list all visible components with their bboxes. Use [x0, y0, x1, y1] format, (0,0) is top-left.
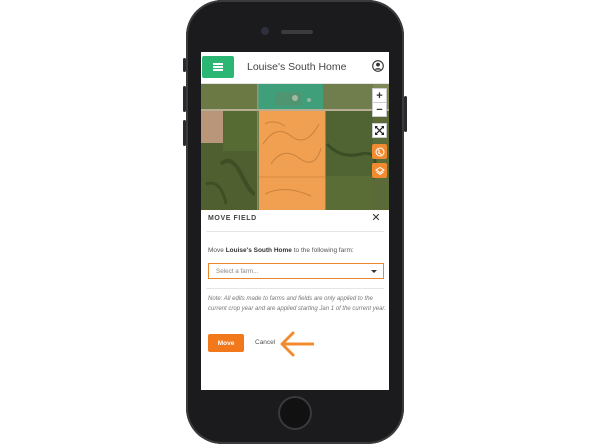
farm-select-placeholder: Select a farm...	[216, 267, 259, 275]
globe-locate-icon	[375, 147, 384, 156]
mute-switch	[183, 58, 186, 72]
satellite-map[interactable]: + −	[201, 84, 389, 210]
hamburger-menu-icon-bar	[213, 69, 223, 71]
page-title: Louise's South Home	[247, 61, 347, 73]
hamburger-menu-icon-bar	[213, 66, 223, 68]
hamburger-menu-icon	[213, 63, 223, 65]
expand-arrows-icon	[375, 126, 384, 135]
layers-button[interactable]	[372, 163, 387, 178]
front-camera	[261, 27, 269, 35]
move-field-modal: MOVE FIELD ✕ Move Louise's South Home to…	[201, 210, 389, 390]
locate-button[interactable]	[372, 144, 387, 159]
fullscreen-button[interactable]	[372, 123, 387, 138]
zoom-in-button[interactable]: +	[372, 88, 387, 103]
field-name: Louise's South Home	[225, 247, 292, 254]
zoom-out-button[interactable]: −	[372, 102, 387, 117]
instruction-prefix: Move	[208, 247, 226, 254]
app-header: Louise's South Home	[201, 52, 389, 84]
move-button[interactable]: Move	[208, 334, 244, 352]
home-button[interactable]	[278, 396, 312, 430]
crop-year-note: Note: All edits made to farms and fields…	[208, 296, 386, 312]
close-icon[interactable]: ✕	[369, 211, 383, 225]
modal-header-divider	[206, 231, 384, 232]
annotation-arrow-icon	[280, 331, 314, 357]
instruction-suffix: to the following farm:	[291, 247, 354, 254]
move-instruction: Move Louise's South Home to the followin…	[208, 247, 388, 254]
caret-down-icon	[371, 270, 377, 273]
volume-down-button	[183, 120, 186, 146]
power-button	[404, 96, 407, 132]
cancel-link[interactable]: Cancel	[255, 339, 275, 346]
user-account-icon[interactable]	[372, 60, 384, 72]
modal-title: MOVE FIELD	[208, 215, 257, 222]
farm-select[interactable]: Select a farm...	[208, 263, 384, 279]
modal-body-divider	[206, 288, 384, 289]
layers-stack-icon	[374, 166, 385, 175]
earpiece-speaker	[281, 30, 313, 34]
volume-up-button	[183, 86, 186, 112]
map-imagery	[201, 84, 389, 210]
menu-button[interactable]	[202, 56, 234, 78]
phone-frame: Louise's South Home + − MOVE FIELD ✕ Mov…	[183, 0, 407, 444]
